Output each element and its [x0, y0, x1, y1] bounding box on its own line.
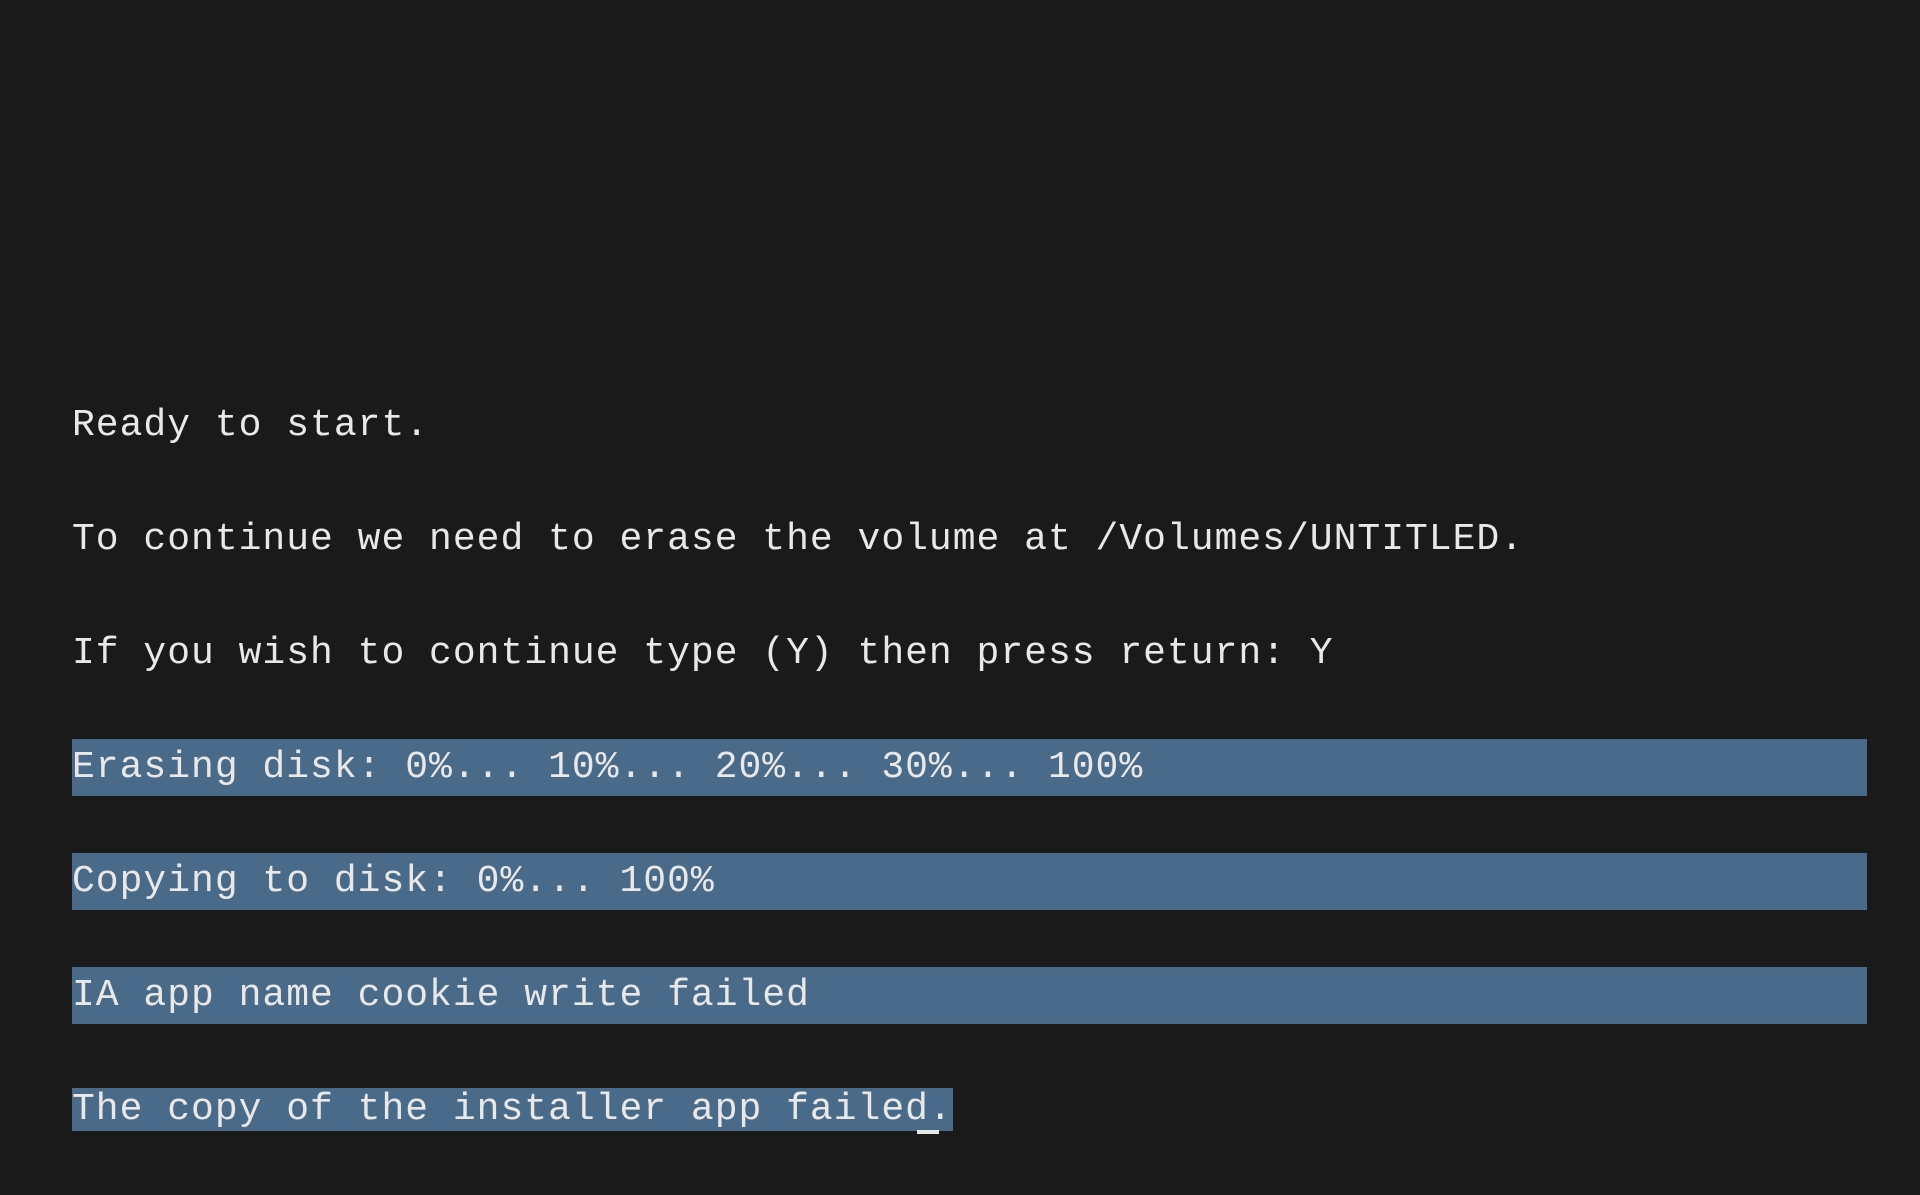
terminal-line: To continue we need to erase the volume …: [72, 511, 1867, 568]
terminal-text-selected: The copy of the installer app failed.: [72, 1088, 953, 1131]
terminal-line: Ready to start.: [72, 397, 1867, 454]
terminal-line-selected: The copy of the installer app failed.: [72, 1081, 1867, 1138]
terminal-line-selected: Erasing disk: 0%... 10%... 20%... 30%...…: [72, 739, 1867, 796]
terminal-line-selected: IA app name cookie write failed: [72, 967, 1867, 1024]
terminal-line-selected: Copying to disk: 0%... 100%: [72, 853, 1867, 910]
terminal-line: If you wish to continue type (Y) then pr…: [72, 625, 1867, 682]
cursor-icon: [917, 1130, 939, 1134]
terminal-output[interactable]: Ready to start. To continue we need to e…: [72, 340, 1867, 1195]
